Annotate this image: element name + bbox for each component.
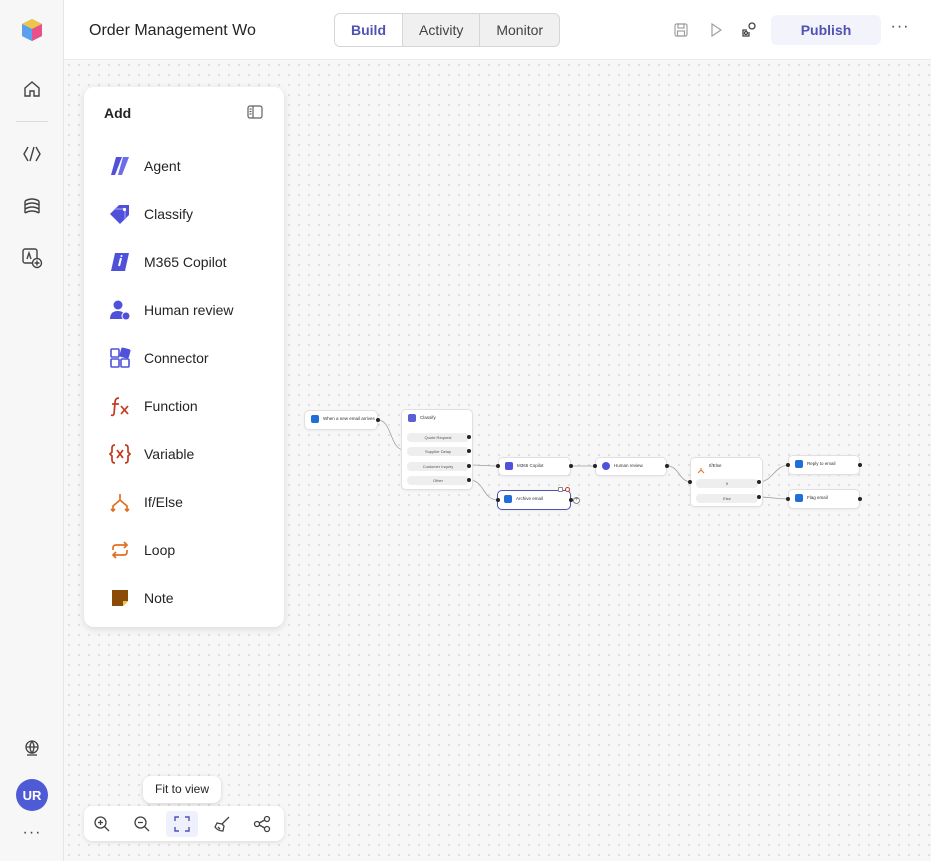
- branch-icon: [697, 462, 705, 474]
- fit-view-tooltip: Fit to view: [143, 776, 221, 803]
- node-archive-label: Archive email: [516, 496, 544, 501]
- zoom-out-icon[interactable]: [126, 811, 158, 837]
- node-classify-label: Classify: [420, 415, 436, 420]
- add-item-label: M365 Copilot: [144, 254, 227, 270]
- note-icon: [108, 586, 132, 610]
- add-item-label: Human review: [144, 302, 234, 318]
- node-flag[interactable]: Flag email: [788, 489, 860, 509]
- node-port[interactable]: [665, 464, 669, 468]
- ifelse-branch: If: [696, 479, 758, 488]
- node-port[interactable]: [467, 478, 471, 482]
- add-panel: Add Agent Classify M365 Copilot Human re…: [84, 87, 284, 627]
- zoom-in-icon[interactable]: [86, 811, 118, 837]
- node-port[interactable]: [757, 480, 761, 484]
- add-node-icon[interactable]: +: [573, 497, 580, 504]
- node-port[interactable]: [593, 464, 597, 468]
- node-classify[interactable]: Classify Quote Request Supplier Delay Cu…: [401, 409, 473, 490]
- node-trigger[interactable]: When a new email arrives: [304, 410, 378, 430]
- node-port[interactable]: [467, 464, 471, 468]
- node-port[interactable]: [467, 449, 471, 453]
- copilot-icon: [108, 250, 132, 274]
- outlook-icon: [795, 460, 803, 468]
- node-human-review-label: Human review: [614, 463, 643, 468]
- node-port[interactable]: [786, 497, 790, 501]
- function-icon: [108, 394, 132, 418]
- broom-icon[interactable]: [206, 811, 238, 837]
- node-trigger-label: When a new email arrives: [323, 416, 375, 421]
- add-item-agent[interactable]: Agent: [108, 154, 181, 178]
- add-panel-title: Add: [104, 105, 132, 121]
- node-copilot-label: M365 Copilot: [517, 463, 544, 468]
- fit-view-icon[interactable]: [166, 811, 198, 837]
- classify-option: Customer Inquiry: [407, 462, 469, 471]
- node-port[interactable]: [376, 418, 380, 422]
- tag-icon: [408, 414, 416, 422]
- agent-icon: [108, 154, 132, 178]
- layout-icon[interactable]: [246, 811, 278, 837]
- delete-node-icon[interactable]: [565, 487, 570, 492]
- add-item-classify[interactable]: Classify: [108, 202, 193, 226]
- node-port[interactable]: [688, 480, 692, 484]
- node-actions: [558, 487, 572, 493]
- add-item-label: Variable: [144, 446, 195, 462]
- node-reply[interactable]: Reply to email: [788, 455, 860, 475]
- node-port[interactable]: [569, 464, 573, 468]
- tag-icon: [108, 202, 132, 226]
- add-item-if-else[interactable]: If/Else: [108, 490, 183, 514]
- node-archive[interactable]: Archive email: [497, 490, 571, 510]
- node-port[interactable]: [467, 435, 471, 439]
- add-item-label: If/Else: [144, 494, 183, 510]
- variable-icon: [108, 442, 132, 466]
- node-port[interactable]: [786, 463, 790, 467]
- add-item-label: Note: [144, 590, 174, 606]
- classify-option: Other: [407, 476, 469, 485]
- node-flag-label: Flag email: [807, 495, 828, 500]
- node-port[interactable]: [496, 498, 500, 502]
- node-ifelse-label: If/Else: [709, 463, 722, 468]
- person-icon: [108, 298, 132, 322]
- add-item-human-review[interactable]: Human review: [108, 298, 233, 322]
- node-port[interactable]: [757, 495, 761, 499]
- person-icon: [602, 462, 610, 470]
- add-item-variable[interactable]: Variable: [108, 442, 194, 466]
- add-item-label: Connector: [144, 350, 209, 366]
- ifelse-branch: Else: [696, 494, 758, 503]
- node-ifelse[interactable]: If/Else If Else: [690, 457, 763, 507]
- connector-icon: [108, 346, 132, 370]
- node-port[interactable]: [496, 464, 500, 468]
- add-item-label: Agent: [144, 158, 181, 174]
- add-item-function[interactable]: Function: [108, 394, 198, 418]
- outlook-icon: [504, 495, 512, 503]
- node-port[interactable]: [858, 497, 862, 501]
- outlook-icon: [311, 415, 319, 423]
- branch-icon: [108, 490, 132, 514]
- add-item-m365-copilot[interactable]: M365 Copilot: [108, 250, 227, 274]
- node-reply-label: Reply to email: [807, 461, 836, 466]
- add-item-loop[interactable]: Loop: [108, 538, 175, 562]
- panel-toggle-icon[interactable]: [246, 103, 266, 123]
- classify-option: Supplier Delay: [407, 447, 469, 456]
- play-node-icon[interactable]: [558, 487, 563, 492]
- add-item-note[interactable]: Note: [108, 586, 174, 610]
- outlook-icon: [795, 494, 803, 502]
- add-item-connector[interactable]: Connector: [108, 346, 209, 370]
- add-item-label: Function: [144, 398, 198, 414]
- zoom-toolbar: [84, 806, 284, 841]
- copilot-icon: [505, 462, 513, 470]
- node-human-review[interactable]: Human review: [595, 457, 667, 476]
- loop-icon: [108, 538, 132, 562]
- classify-option: Quote Request: [407, 433, 469, 442]
- node-port[interactable]: [858, 463, 862, 467]
- add-item-label: Classify: [144, 206, 194, 222]
- add-item-label: Loop: [144, 542, 176, 558]
- node-copilot[interactable]: M365 Copilot: [498, 457, 571, 476]
